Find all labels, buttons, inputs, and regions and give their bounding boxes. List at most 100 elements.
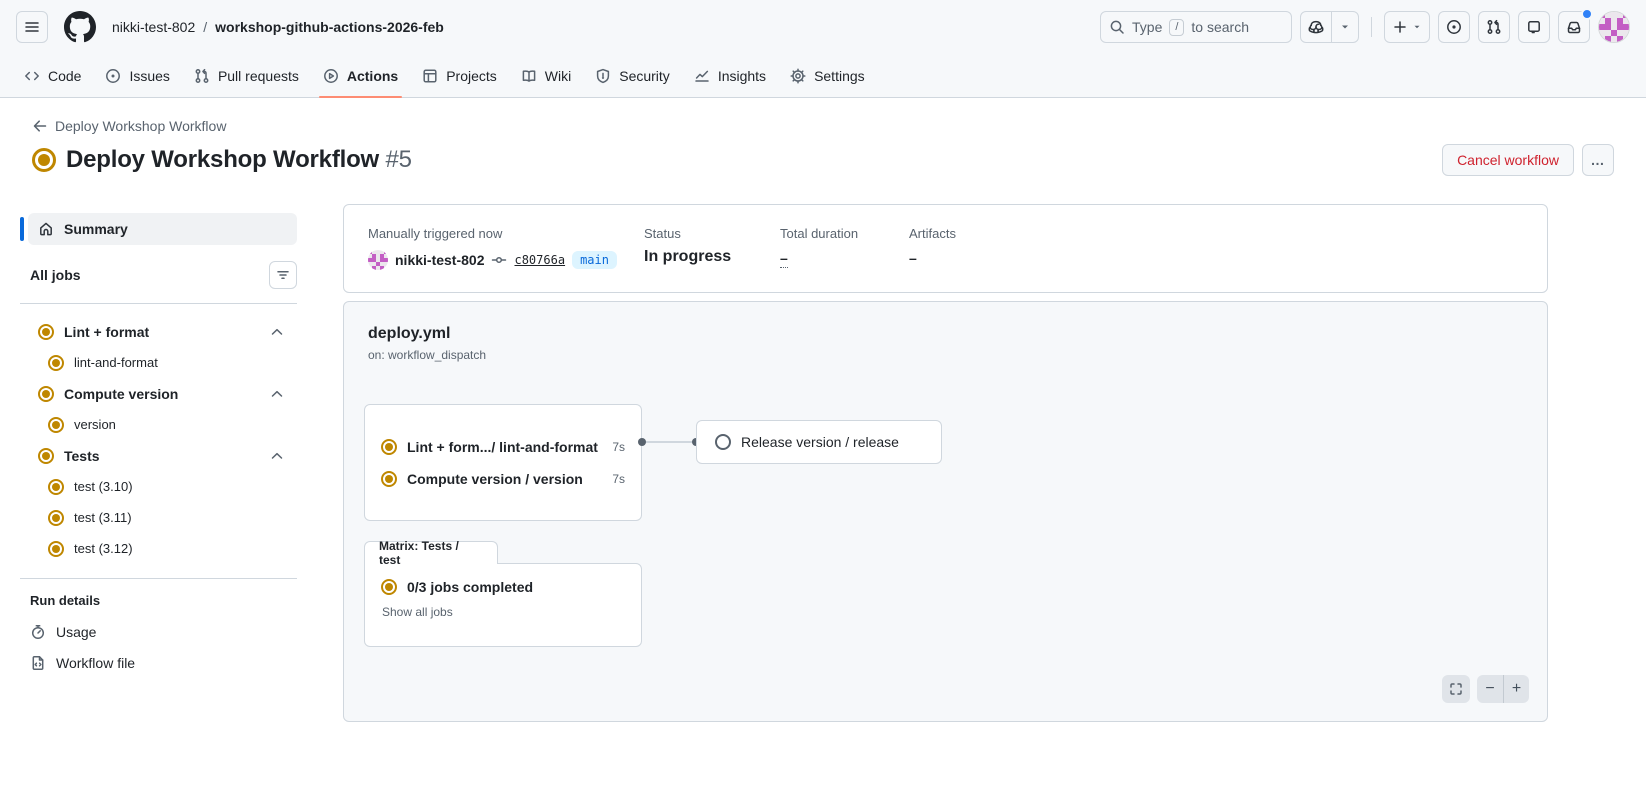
repo-nav-tabs: Code Issues Pull requests Actions Projec… <box>0 54 1646 98</box>
top-bar-actions: Type / to search <box>1100 8 1630 43</box>
status-label: Status <box>644 226 681 241</box>
toolbar-divider <box>1371 17 1372 37</box>
graph-zoom-controls: − + <box>1477 675 1529 703</box>
breadcrumb: nikki-test-802 / workshop-github-actions… <box>112 19 444 35</box>
github-logo[interactable] <box>64 11 96 43</box>
actor-avatar[interactable] <box>368 250 388 270</box>
graph-edge-dot <box>638 438 646 446</box>
graph-node-compute-version[interactable]: Compute version / version 7s <box>381 470 625 487</box>
in-progress-status-icon <box>32 148 56 172</box>
job-group-lint-format[interactable]: Lint + format <box>20 316 297 347</box>
git-pull-request-icon <box>1486 19 1502 35</box>
copilot-button[interactable] <box>1301 12 1331 42</box>
show-all-jobs-link[interactable]: Show all jobs <box>382 605 453 619</box>
job-item-lint-and-format[interactable]: lint-and-format <box>20 347 297 378</box>
saved-items-button[interactable] <box>1518 11 1550 43</box>
chevron-up-icon[interactable] <box>269 324 285 340</box>
actor-login[interactable]: nikki-test-802 <box>395 252 484 268</box>
tab-pull-requests[interactable]: Pull requests <box>184 54 309 97</box>
run-number: #5 <box>385 146 412 173</box>
run-options-kebab-button[interactable]: … <box>1582 144 1614 176</box>
tab-projects[interactable]: Projects <box>412 54 507 97</box>
job-item-version[interactable]: version <box>20 409 297 440</box>
total-duration-value: – <box>780 250 788 268</box>
arrow-left-icon <box>32 118 48 134</box>
in-progress-status-icon <box>48 416 64 433</box>
chevron-up-icon[interactable] <box>269 448 285 464</box>
in-progress-status-icon <box>38 323 54 340</box>
issue-opened-icon <box>105 68 121 84</box>
tab-wiki[interactable]: Wiki <box>511 54 581 97</box>
zoom-out-button[interactable]: − <box>1477 675 1503 703</box>
job-group-tests[interactable]: Tests <box>20 440 297 471</box>
copilot-button-group <box>1300 11 1359 43</box>
in-progress-status-icon <box>381 470 397 487</box>
page-title: Deploy Workshop Workflow #5 <box>66 146 412 173</box>
tab-code[interactable]: Code <box>14 54 91 97</box>
pull-requests-button[interactable] <box>1478 11 1510 43</box>
hamburger-menu-button[interactable] <box>16 11 48 43</box>
tab-issues[interactable]: Issues <box>95 54 179 97</box>
workflow-graph-card: deploy.yml on: workflow_dispatch Lint + … <box>343 301 1548 722</box>
trigger-label: Manually triggered now <box>368 226 503 241</box>
job-group-compute-version[interactable]: Compute version <box>20 378 297 409</box>
job-duration: 7s <box>612 439 625 454</box>
job-item-test-3-12[interactable]: test (3.12) <box>20 533 297 564</box>
graph-fullscreen-button[interactable] <box>1442 675 1470 703</box>
filter-icon <box>275 267 291 283</box>
code-icon <box>24 68 40 84</box>
sidebar-item-summary[interactable]: Summary <box>20 213 297 245</box>
user-avatar[interactable] <box>1598 11 1630 43</box>
graph-node-lint-and-format[interactable]: Lint + form.../ lint-and-format 7s <box>381 438 625 455</box>
tab-settings[interactable]: Settings <box>780 54 875 97</box>
sidebar-item-workflow-file[interactable]: Workflow file <box>20 647 297 678</box>
run-details-heading: Run details <box>30 593 101 608</box>
bookmark-icon <box>1526 19 1542 35</box>
file-code-icon <box>30 655 46 671</box>
branch-badge[interactable]: main <box>572 251 617 269</box>
copilot-dropdown-button[interactable] <box>1331 12 1358 42</box>
job-item-test-3-10[interactable]: test (3.10) <box>20 471 297 502</box>
in-progress-status-icon <box>48 354 64 371</box>
sidebar-divider <box>20 578 297 579</box>
app-header: nikki-test-802 / workshop-github-actions… <box>0 0 1646 98</box>
back-to-workflow-link[interactable]: Deploy Workshop Workflow <box>32 118 226 134</box>
home-icon <box>38 221 54 237</box>
graph-edge <box>642 441 696 443</box>
tab-actions[interactable]: Actions <box>313 54 408 98</box>
tab-insights[interactable]: Insights <box>684 54 776 97</box>
issues-button[interactable] <box>1438 11 1470 43</box>
chevron-up-icon[interactable] <box>269 386 285 402</box>
artifacts-value: – <box>909 250 917 266</box>
status-value: In progress <box>644 248 732 265</box>
filter-jobs-button[interactable] <box>269 261 297 289</box>
run-status-card: Manually triggered now nikki-test-802 c8… <box>343 204 1548 293</box>
slash-key-badge: / <box>1169 18 1185 36</box>
run-summary-main: Manually triggered now nikki-test-802 c8… <box>343 204 1548 722</box>
search-input[interactable]: Type / to search <box>1100 11 1292 43</box>
breadcrumb-repo[interactable]: workshop-github-actions-2026-feb <box>215 19 444 35</box>
run-sidebar: Summary All jobs Lint + format lint-and-… <box>20 204 297 678</box>
workflow-trigger: on: workflow_dispatch <box>368 348 487 362</box>
sidebar-item-usage[interactable]: Usage <box>20 616 297 647</box>
in-progress-status-icon <box>48 478 64 495</box>
job-item-test-3-11[interactable]: test (3.11) <box>20 502 297 533</box>
zoom-in-button[interactable]: + <box>1503 675 1529 703</box>
create-new-button[interactable] <box>1384 11 1430 43</box>
search-placeholder-suffix: to search <box>1191 19 1250 35</box>
shield-icon <box>595 68 611 84</box>
commit-sha-link[interactable]: c80766a <box>514 253 565 267</box>
workflow-file-name: deploy.yml <box>368 325 451 342</box>
matrix-jobs-summary: 0/3 jobs completed <box>381 579 625 595</box>
top-bar: nikki-test-802 / workshop-github-actions… <box>0 0 1646 54</box>
tab-security[interactable]: Security <box>585 54 680 97</box>
graph-node-release[interactable]: Release version / release <box>696 420 942 464</box>
copilot-icon <box>1308 19 1324 35</box>
chevron-down-icon <box>1412 22 1422 32</box>
breadcrumb-owner[interactable]: nikki-test-802 <box>112 19 195 35</box>
unread-notification-dot <box>1581 8 1593 20</box>
cancel-workflow-button[interactable]: Cancel workflow <box>1442 144 1574 176</box>
gear-icon <box>790 67 806 84</box>
graph-group-node: Lint + form.../ lint-and-format 7s Compu… <box>364 404 642 521</box>
notifications-button[interactable] <box>1558 8 1593 43</box>
